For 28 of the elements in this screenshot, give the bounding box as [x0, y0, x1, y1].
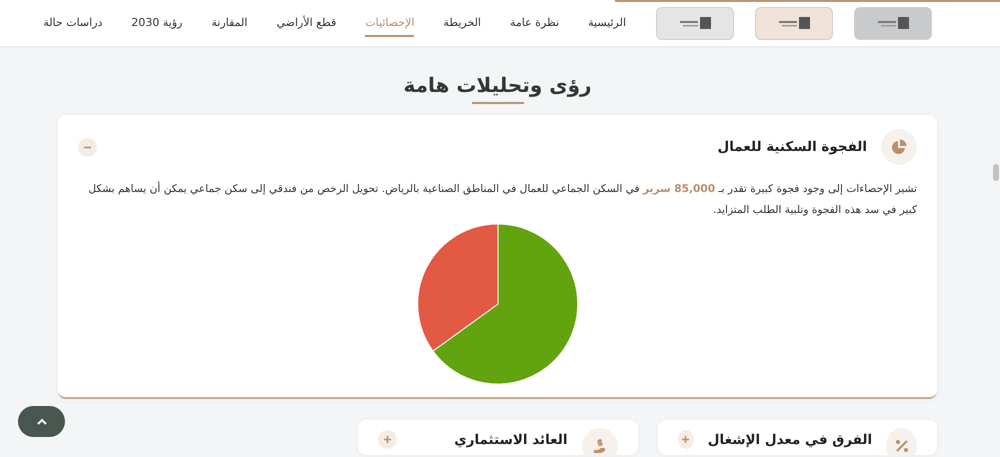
- pie-chart-icon: [891, 139, 907, 155]
- logo-button[interactable]: [656, 6, 734, 40]
- scroll-top-button[interactable]: [18, 406, 65, 437]
- scrollbar-thumb[interactable]: [993, 164, 999, 181]
- card-title: العائد الاستثماري: [454, 432, 568, 449]
- card-title: الفرق في معدل الإشغال: [708, 432, 872, 449]
- money-hand-icon: [592, 438, 606, 454]
- logo-button[interactable]: [854, 6, 932, 40]
- logo-icon: [678, 16, 712, 30]
- plus-icon: [383, 435, 392, 444]
- nav-tab[interactable]: الرئيسية: [588, 9, 626, 37]
- nav-tab[interactable]: دراسات حالة: [43, 9, 102, 37]
- plus-icon: [681, 435, 690, 444]
- card-title: الفجوة السكنية للعمال: [717, 138, 867, 156]
- chevron-up-icon: [36, 418, 46, 425]
- logo-button[interactable]: [755, 6, 833, 40]
- expand-button[interactable]: [378, 430, 397, 449]
- section-title: رؤى وتحليلات هامة: [402, 72, 593, 98]
- percent-icon: [894, 439, 909, 453]
- nav-tab[interactable]: المقارنة: [212, 9, 248, 37]
- logo-icon: [777, 16, 811, 30]
- nav-tab[interactable]: الخريطة: [443, 9, 481, 37]
- expand-button[interactable]: [678, 430, 694, 449]
- logo-icon: [876, 16, 910, 30]
- nav-tab[interactable]: رؤية 2030: [131, 9, 182, 37]
- nav-tab[interactable]: نظرة عامة: [510, 9, 560, 37]
- nav-tab[interactable]: قطع الأراضي: [276, 9, 336, 37]
- card-description: تشير الإحصاءات إلى وجود فجوة كبيرة تقدر بـ 85,000 سرير في السكن الجماعي للعمال في المناطق الصناعية بالرياض. تحويل الرخص من فندقي إلى سكن جماعي يمكن أن يساهم بشكل كبير في سد هذه الفجوة وتلبية الطلب المتزايد.: [87, 180, 917, 218]
